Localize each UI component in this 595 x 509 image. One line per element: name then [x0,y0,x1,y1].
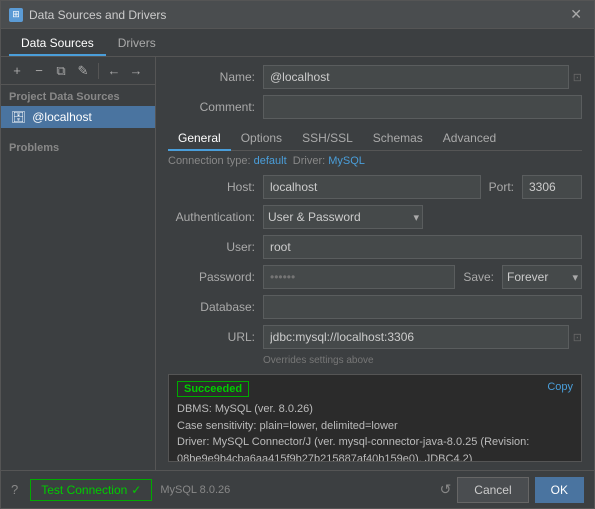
name-input-wrapper: ⊡ [263,65,582,89]
tab-drivers[interactable]: Drivers [106,32,168,56]
database-label: Database: [168,300,263,314]
comment-label: Comment: [168,100,263,114]
sidebar-item-label: @localhost [32,110,92,124]
bottom-bar: ? Test Connection ✓ MySQL 8.0.26 ↺ Cance… [1,470,594,508]
project-data-sources-label: Project Data Sources [1,85,155,106]
overrides-text: Overrides settings above [263,355,582,366]
port-input[interactable] [522,175,582,199]
result-line-0: DBMS: MySQL (ver. 8.0.26) [177,401,573,418]
result-line-2: Driver: MySQL Connector/J (ver. mysql-co… [177,434,573,451]
host-label: Host: [168,180,263,194]
host-row: Host: Port: [168,175,582,199]
sidebar-toolbar: + − ⧉ ✎ ← → [1,57,155,85]
result-box: Succeeded Copy DBMS: MySQL (ver. 8.0.26)… [168,374,582,462]
content: + − ⧉ ✎ ← → Project Data Sources 🗄 @loca… [1,57,594,470]
main-tabs: Data Sources Drivers [1,29,594,57]
cancel-button[interactable]: Cancel [457,477,528,503]
auth-select[interactable]: User & Password No auth pgpass [263,205,423,229]
password-input[interactable] [263,265,455,289]
url-expand-icon: ⊡ [573,331,582,344]
back-button[interactable]: ← [104,61,124,81]
password-label: Password: [168,270,263,284]
comment-row: Comment: [168,95,582,119]
result-line-1: Case sensitivity: plain=lower, delimited… [177,418,573,435]
forward-button[interactable]: → [126,61,146,81]
conn-type-label: Connection type: [168,155,251,167]
name-row: Name: ⊡ [168,65,582,89]
bottom-right: ↺ Cancel OK [440,477,584,503]
succeeded-badge: Succeeded [177,381,249,397]
tab-schemas[interactable]: Schemas [363,127,433,151]
driver-value[interactable]: MySQL [328,155,365,167]
auth-select-wrapper: User & Password No auth pgpass [263,205,423,229]
test-connection-button[interactable]: Test Connection ✓ [30,479,152,501]
sidebar-item-localhost[interactable]: 🗄 @localhost [1,106,155,128]
right-panel: Name: ⊡ Comment: General Options SSH/SSL… [156,57,594,470]
dialog-title: Data Sources and Drivers [29,8,166,22]
title-bar-left: ⊞ Data Sources and Drivers [9,8,166,22]
user-input[interactable] [263,235,582,259]
save-select-wrapper: Forever Until restart Never [502,265,582,289]
help-button[interactable]: ? [11,482,18,497]
duplicate-button[interactable]: ⧉ [51,61,71,81]
tab-advanced[interactable]: Advanced [433,127,506,151]
test-conn-label: Test Connection [41,483,127,497]
sub-tabs: General Options SSH/SSL Schemas Advanced [168,127,582,151]
user-label: User: [168,240,263,254]
driver-label: Driver: [293,155,325,167]
reset-button[interactable]: ↺ [440,481,452,498]
dialog: ⊞ Data Sources and Drivers ✕ Data Source… [0,0,595,509]
tab-options[interactable]: Options [231,127,292,151]
save-select[interactable]: Forever Until restart Never [502,265,582,289]
database-row: Database: [168,295,582,319]
port-label: Port: [489,180,514,194]
remove-button[interactable]: − [29,61,49,81]
bottom-left: ? Test Connection ✓ MySQL 8.0.26 [11,479,230,501]
user-row: User: [168,235,582,259]
name-expand-icon: ⊡ [573,71,582,84]
toolbar-separator [98,63,99,79]
url-row: URL: ⊡ [168,325,582,349]
tab-ssh-ssl[interactable]: SSH/SSL [292,127,363,151]
close-button[interactable]: ✕ [566,6,586,23]
database-input[interactable] [263,295,582,319]
check-icon: ✓ [131,483,141,497]
result-line-3: 08be9e9b4cba6aa415f9b27b215887af40b159e0… [177,451,573,463]
password-save-group: Save: Forever Until restart Never [263,265,582,289]
db-icon: 🗄 [11,110,26,124]
edit-button[interactable]: ✎ [73,61,93,81]
url-input-group: ⊡ [263,325,582,349]
tab-data-sources[interactable]: Data Sources [9,32,106,56]
conn-type-row: Connection type: default Driver: MySQL [168,155,582,167]
result-text: DBMS: MySQL (ver. 8.0.26) Case sensitivi… [177,401,573,462]
ok-button[interactable]: OK [535,477,584,503]
title-bar: ⊞ Data Sources and Drivers ✕ [1,1,594,29]
conn-type-value[interactable]: default [254,155,287,167]
name-label: Name: [168,70,263,84]
auth-row: Authentication: User & Password No auth … [168,205,582,229]
tab-general[interactable]: General [168,127,231,151]
copy-button[interactable]: Copy [547,381,573,393]
host-input[interactable] [263,175,481,199]
mysql-version-badge: MySQL 8.0.26 [160,484,230,496]
problems-label: Problems [1,136,155,157]
add-button[interactable]: + [7,61,27,81]
password-row: Password: Save: Forever Until restart Ne… [168,265,582,289]
name-input[interactable] [263,65,569,89]
comment-input[interactable] [263,95,582,119]
auth-label: Authentication: [168,210,263,224]
sidebar: + − ⧉ ✎ ← → Project Data Sources 🗄 @loca… [1,57,156,470]
url-input[interactable] [263,325,569,349]
url-label: URL: [168,330,263,344]
save-label: Save: [463,270,494,284]
host-port-group: Port: [263,175,582,199]
dialog-icon: ⊞ [9,8,23,22]
